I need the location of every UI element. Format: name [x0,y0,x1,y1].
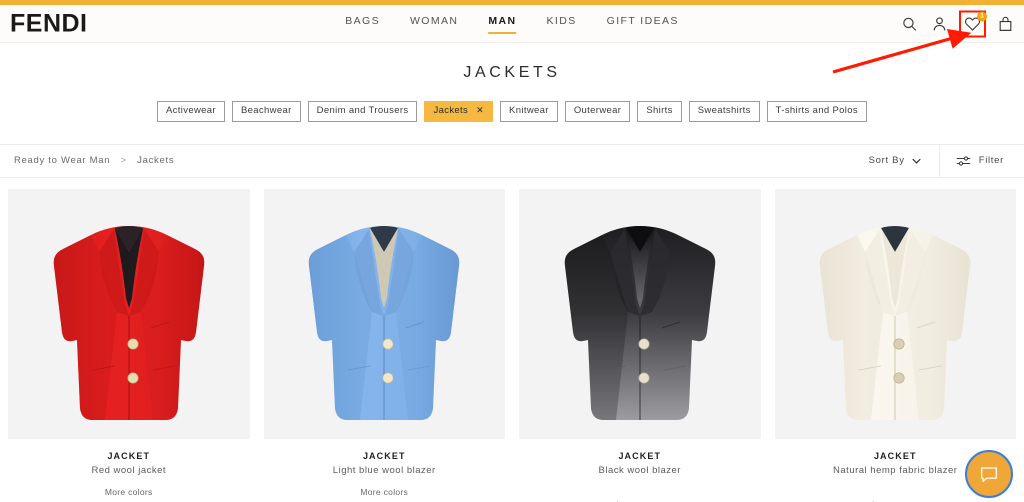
chip-jackets[interactable]: Jackets ✕ [424,101,494,122]
chip-remove-icon[interactable]: ✕ [476,105,484,115]
shopping-bag-icon[interactable] [997,15,1014,32]
chip-label: Jackets [433,105,469,116]
product-description: Red wool jacket [91,464,167,476]
breadcrumb-current: Jackets [137,155,175,166]
product-info: JACKET Light blue wool blazer More color… [264,439,506,502]
product-more-colors[interactable]: More colors [264,487,506,497]
product-info: JACKET Black wool blazer $2,690.00 [519,439,761,502]
chip-sweatshirts[interactable]: Sweatshirts [688,101,760,122]
chip-label: Sweatshirts [697,105,751,116]
breadcrumb-separator: > [120,155,127,166]
wishlist-button[interactable]: 1 [959,10,987,37]
nav-item-gift-ideas[interactable]: GIFT IDEAS [607,15,679,34]
filter-sliders-icon [956,155,970,166]
nav-item-kids[interactable]: KIDS [547,15,577,34]
chip-outerwear[interactable]: Outerwear [564,101,631,122]
filter-label: Filter [978,155,1004,166]
jacket-illustration-light-blue [300,212,468,427]
brand-logo[interactable]: FENDI [10,9,88,38]
nav-item-bags[interactable]: BAGS [345,15,380,34]
site-header: FENDI BAGS WOMAN MAN KIDS GIFT IDEAS 1 [0,5,1024,43]
breadcrumb: Ready to Wear Man > Jackets [0,155,174,166]
chip-label: Knitwear [509,105,549,116]
product-image[interactable] [263,188,505,439]
chip-knitwear[interactable]: Knitwear [500,101,558,122]
product-grid: JACKET Red wool jacket More colors $2,19… [0,188,1024,502]
chat-widget-button[interactable] [965,450,1013,498]
product-more-colors[interactable]: More colors [8,487,250,497]
breadcrumb-parent-link[interactable]: Ready to Wear Man [14,155,110,166]
product-card[interactable]: JACKET Black wool blazer $2,690.00 [512,188,768,502]
header-icon-group: 1 [901,10,1014,37]
product-image[interactable] [774,188,1016,439]
chevron-down-icon [912,158,921,164]
page-title: JACKETS [463,64,561,81]
product-name: JACKET [107,450,151,461]
sort-filter-group: Sort By Filter [851,144,1024,177]
product-card[interactable]: JACKET Red wool jacket More colors $2,19… [1,188,257,502]
sort-by-label: Sort By [868,155,905,166]
user-icon[interactable] [931,15,948,32]
chip-label: Outerwear [573,105,622,116]
chip-activewear[interactable]: Activewear [156,101,225,122]
nav-item-man[interactable]: MAN [488,15,517,34]
chip-label: Denim and Trousers [316,105,409,116]
wishlist-count-badge: 1 [977,11,987,21]
nav-item-woman[interactable]: WOMAN [410,15,458,34]
jacket-illustration-black [556,212,724,427]
product-card[interactable]: JACKET Light blue wool blazer More color… [257,188,513,502]
main-navigation: BAGS WOMAN MAN KIDS GIFT IDEAS [345,15,679,34]
jacket-illustration-red [45,212,213,427]
page-root: FENDI BAGS WOMAN MAN KIDS GIFT IDEAS 1 J… [0,0,1024,502]
category-filter-chips: Activewear Beachwear Denim and Trousers … [0,101,1024,122]
jacket-illustration-natural-hemp [811,212,979,427]
product-name: JACKET [618,450,662,461]
search-icon[interactable] [901,15,918,32]
product-image[interactable] [519,188,761,439]
chip-label: Shirts [646,105,673,116]
chip-shirts[interactable]: Shirts [637,101,682,122]
chip-label: T-shirts and Polos [775,105,859,116]
product-name: JACKET [362,450,406,461]
chip-label: Beachwear [240,105,292,116]
product-description: Black wool blazer [598,464,681,476]
sort-by-button[interactable]: Sort By [851,144,940,177]
chat-bubble-icon [980,467,998,483]
filter-button[interactable]: Filter [940,145,1024,177]
chip-denim-and-trousers[interactable]: Denim and Trousers [307,101,418,122]
chip-tshirts-and-polos[interactable]: T-shirts and Polos [766,101,868,122]
product-info: JACKET Red wool jacket More colors $2,19… [8,439,250,502]
product-description: Light blue wool blazer [332,464,436,476]
product-image[interactable] [8,188,250,439]
listing-toolbar: Ready to Wear Man > Jackets Sort By Filt… [0,143,1024,178]
chip-beachwear[interactable]: Beachwear [231,101,301,122]
chip-label: Activewear [165,105,216,116]
